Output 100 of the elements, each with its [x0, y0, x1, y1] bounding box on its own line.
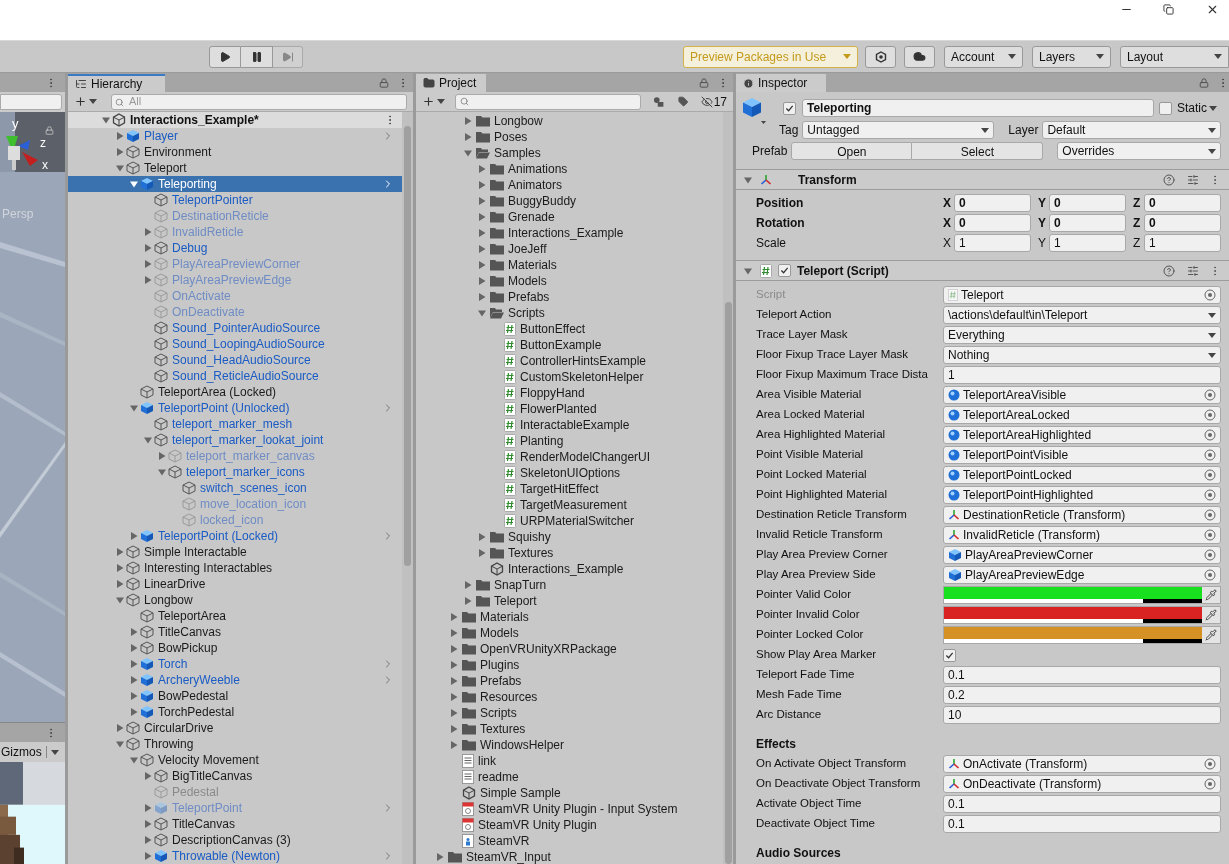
asset-name[interactable]: Prefabs	[480, 673, 522, 689]
triangle-right-icon[interactable]	[130, 676, 138, 684]
object-field[interactable]: OnDeactivate (Transform)	[943, 775, 1221, 793]
triangle-right-icon[interactable]	[478, 277, 486, 285]
triangle-right-icon[interactable]	[450, 645, 458, 653]
triangle-right-icon[interactable]	[130, 628, 138, 636]
toolbar-dropdown[interactable]: Layers	[1032, 45, 1111, 68]
triangle-down-icon[interactable]	[116, 164, 124, 172]
asset-name[interactable]: Grenade	[508, 209, 555, 225]
object-field[interactable]: PlayAreaPreviewEdge	[943, 566, 1221, 584]
collab-button[interactable]	[865, 45, 896, 68]
layer-dropdown[interactable]: Default	[1042, 121, 1221, 139]
asset-name[interactable]: link	[478, 753, 496, 769]
asset-name[interactable]: Models	[480, 625, 519, 641]
triangle-right-icon[interactable]	[478, 181, 486, 189]
triangle-right-icon[interactable]	[116, 580, 124, 588]
object-picker-icon[interactable]	[1204, 449, 1216, 461]
tree-row[interactable]: Sound_HeadAudioSource	[68, 352, 402, 368]
triangle-right-icon[interactable]	[450, 693, 458, 701]
triangle-right-icon[interactable]	[436, 853, 444, 861]
object-picker-icon[interactable]	[1204, 469, 1216, 481]
triangle-right-icon[interactable]	[464, 117, 472, 125]
triangle-right-icon[interactable]	[478, 165, 486, 173]
asset-name[interactable]: InteractableExample	[520, 417, 630, 433]
object-picker-icon[interactable]	[1204, 489, 1216, 501]
tree-row[interactable]: Environment	[68, 144, 402, 160]
triangle-right-icon[interactable]	[130, 692, 138, 700]
triangle-right-icon[interactable]	[144, 836, 152, 844]
close-icon[interactable]	[1206, 3, 1219, 16]
triangle-right-icon[interactable]	[116, 564, 124, 572]
asset-name[interactable]: Scripts	[480, 705, 517, 721]
eyedropper-icon[interactable]	[1205, 609, 1217, 621]
toolbar-dropdown[interactable]: Layout	[1120, 45, 1229, 68]
triangle-right-icon[interactable]	[450, 741, 458, 749]
lock-icon[interactable]	[379, 78, 389, 88]
asset-name[interactable]: ButtonExample	[520, 337, 602, 353]
tree-row[interactable]: TorchPedestal	[68, 704, 402, 720]
asset-name[interactable]: SteamVR Unity Plugin - Input System	[478, 801, 678, 817]
tree-row[interactable]: DescriptionCanvas (3)	[68, 832, 402, 848]
triangle-right-icon[interactable]	[144, 804, 152, 812]
triangle-right-icon[interactable]	[464, 581, 472, 589]
tree-row[interactable]: Player	[68, 128, 402, 144]
create-button[interactable]	[74, 95, 97, 108]
asset-name[interactable]: Animations	[508, 161, 568, 177]
input-field[interactable]: 10	[943, 706, 1221, 724]
triangle-right-icon[interactable]	[144, 276, 152, 284]
tree-row[interactable]: TitleCanvas	[68, 624, 402, 640]
presets-icon[interactable]	[1187, 264, 1199, 277]
triangle-right-icon[interactable]	[116, 132, 124, 140]
triangle-right-icon[interactable]	[478, 213, 486, 221]
color-swatch[interactable]	[944, 587, 1202, 599]
asset-name[interactable]: Models	[508, 273, 547, 289]
panel-tab[interactable]: Hierarchy	[68, 74, 165, 92]
triangle-right-icon[interactable]	[144, 772, 152, 780]
triangle-right-icon[interactable]	[464, 133, 472, 141]
input-field[interactable]: 0.1	[943, 666, 1221, 684]
object-picker-icon[interactable]	[1204, 758, 1216, 770]
search-field[interactable]: All	[111, 93, 407, 110]
triangle-down-icon[interactable]	[116, 596, 124, 604]
asset-name[interactable]: CustomSkeletonHelper	[520, 369, 644, 385]
object-picker-icon[interactable]	[1204, 409, 1216, 421]
scene-header-row[interactable]: Interactions_Example*	[68, 112, 402, 128]
triangle-right-icon[interactable]	[450, 661, 458, 669]
input-field[interactable]: 0.1	[943, 795, 1221, 813]
scrollbar[interactable]	[402, 112, 413, 864]
object-field[interactable]: Teleport	[943, 286, 1221, 304]
asset-name[interactable]: WindowsHelper	[480, 737, 565, 753]
triangle-down-icon[interactable]	[130, 756, 138, 764]
triangle-right-icon[interactable]	[130, 660, 138, 668]
tree-row[interactable]: Debug	[68, 240, 402, 256]
triangle-right-icon[interactable]	[130, 644, 138, 652]
triangle-right-icon[interactable]	[130, 532, 138, 540]
input-field[interactable]: 0	[1049, 214, 1126, 232]
tree-row[interactable]: TeleportArea (Locked)	[68, 384, 402, 400]
object-picker-icon[interactable]	[1204, 289, 1216, 301]
tree-row[interactable]: switch_scenes_icon	[68, 480, 402, 496]
input-field[interactable]: 0	[1144, 214, 1221, 232]
object-picker-icon[interactable]	[1204, 778, 1216, 790]
object-picker-icon[interactable]	[1204, 569, 1216, 581]
triangle-right-icon[interactable]	[116, 548, 124, 556]
tree-row[interactable]: LinearDrive	[68, 576, 402, 592]
asset-name[interactable]: Poses	[494, 129, 528, 145]
lock-icon[interactable]	[699, 78, 709, 88]
prefab-button[interactable]: Select	[912, 142, 1044, 160]
asset-name[interactable]: SnapTurn	[494, 577, 547, 593]
checkbox[interactable]	[778, 264, 791, 277]
object-field[interactable]: TeleportAreaVisible	[943, 386, 1221, 404]
asset-name[interactable]: readme	[478, 769, 519, 785]
triangle-right-icon[interactable]	[450, 709, 458, 717]
asset-name[interactable]: SteamVR	[478, 833, 530, 849]
triangle-right-icon[interactable]	[144, 260, 152, 268]
triangle-right-icon[interactable]	[144, 852, 152, 860]
asset-name[interactable]: Interactions_Example	[508, 225, 624, 241]
tree-row[interactable]: Teleport	[68, 160, 402, 176]
hidden-packages-toggle[interactable]: 17	[700, 92, 727, 111]
triangle-right-icon[interactable]	[450, 613, 458, 621]
object-field[interactable]: OnActivate (Transform)	[943, 755, 1221, 773]
asset-name[interactable]: FlowerPlanted	[520, 401, 597, 417]
color-swatch[interactable]	[944, 627, 1202, 639]
tree-row[interactable]: Throwing	[68, 736, 402, 752]
